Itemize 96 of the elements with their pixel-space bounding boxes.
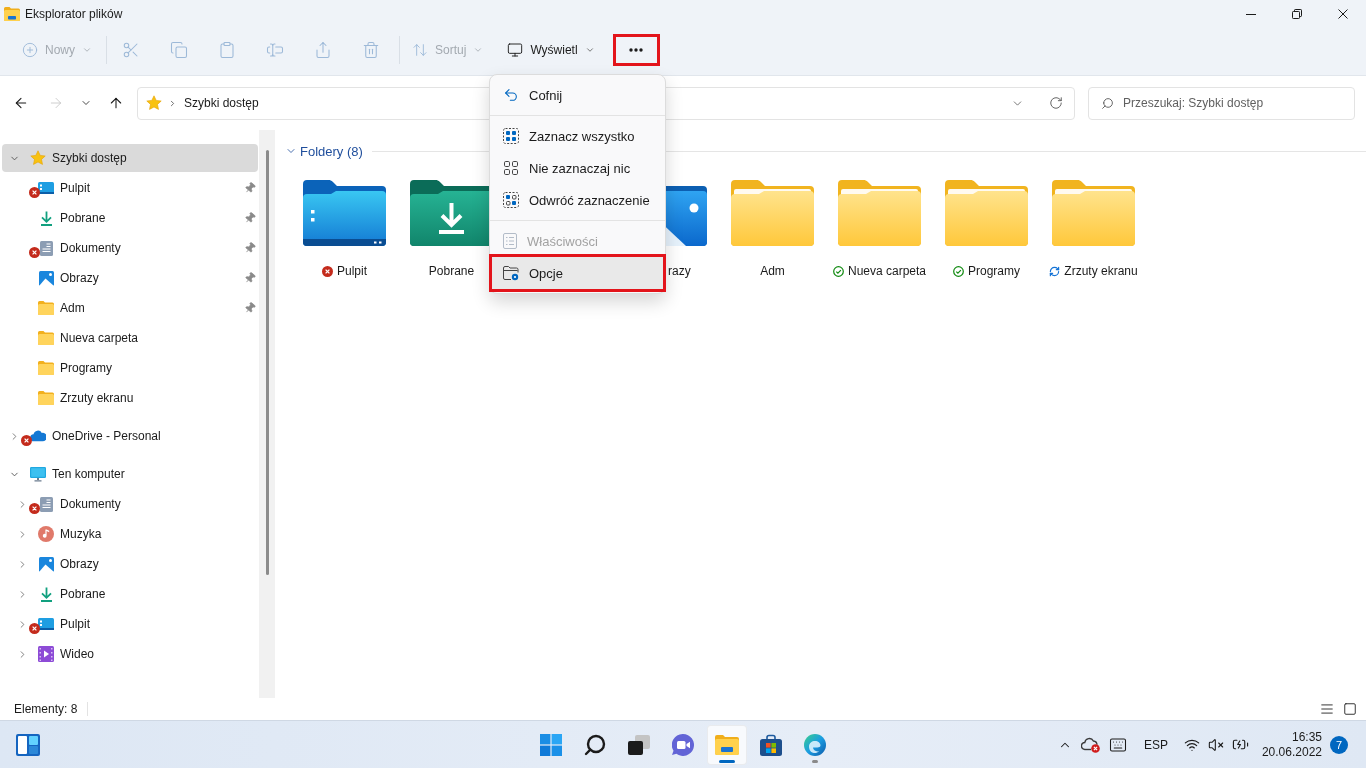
list-icon: [1320, 702, 1334, 716]
search-field[interactable]: Przeszukaj: Szybki dostęp: [1088, 86, 1355, 120]
tree-item[interactable]: Obrazy: [2, 264, 258, 292]
task-view-icon: [628, 734, 650, 755]
restore-icon: [1292, 9, 1302, 19]
music-note-icon: [38, 526, 54, 542]
tree-item[interactable]: Pobrane: [2, 204, 258, 232]
select-all-icon: [503, 128, 519, 144]
folder-icon: [838, 180, 921, 246]
desktop-folder-icon: [303, 180, 386, 246]
refresh-icon: [1049, 96, 1063, 110]
star-icon: [146, 95, 162, 111]
tree-item[interactable]: Pulpit: [2, 174, 258, 202]
folder-icon: [945, 180, 1028, 246]
trash-icon: [362, 40, 380, 59]
folder-icon: [4, 7, 20, 21]
file-explorer-button[interactable]: [707, 724, 747, 765]
tree-item[interactable]: Pobrane: [2, 580, 258, 608]
folder-gear-icon: [503, 265, 519, 281]
breadcrumb-item[interactable]: Szybki dostęp: [183, 92, 259, 114]
more-icon: [629, 47, 644, 52]
undo-icon: [503, 87, 519, 103]
plus-circle-icon: [22, 41, 38, 58]
properties-icon: [503, 233, 517, 249]
monitor-icon: [30, 466, 46, 482]
tree-item[interactable]: Nueva carpeta: [2, 324, 258, 352]
language-button[interactable]: ESP: [1133, 724, 1179, 765]
tree-item[interactable]: Dokumenty: [2, 234, 258, 262]
folder-item[interactable]: Programy: [938, 180, 1035, 279]
folder-item[interactable]: Nueva carpeta: [831, 180, 928, 279]
picture-icon: [38, 270, 54, 286]
widgets-icon: [16, 733, 40, 756]
folder-icon: [715, 734, 739, 755]
tree-item[interactable]: Szybki dostęp: [2, 144, 258, 172]
notification-badge[interactable]: 7: [1330, 735, 1348, 754]
volume-muted-icon: [1208, 736, 1224, 753]
square-icon: [1343, 702, 1357, 716]
tree-item[interactable]: Zrzuty ekranu: [2, 384, 258, 412]
section-header[interactable]: Foldery (8): [285, 142, 363, 160]
sort-arrows-icon: [412, 41, 428, 58]
menu-item[interactable]: Zaznacz wszystko: [490, 120, 665, 152]
keyboard-icon: [1109, 735, 1127, 754]
clipboard-icon: [218, 40, 236, 59]
video-icon: [38, 646, 54, 662]
folder-icon: [1052, 180, 1135, 246]
more-button[interactable]: [612, 33, 660, 66]
tree-item[interactable]: Muzyka: [2, 520, 258, 548]
folder-item[interactable]: Zrzuty ekranu: [1045, 180, 1142, 279]
tree-item[interactable]: Pulpit: [2, 610, 258, 638]
folder-icon: [731, 180, 814, 246]
cloud-error-icon: [1080, 736, 1100, 753]
tree-item[interactable]: Wideo: [2, 640, 258, 668]
folder-item[interactable]: Pulpit: [296, 180, 393, 279]
copy-icon: [170, 40, 188, 59]
scissors-icon: [122, 40, 140, 59]
clock[interactable]: 16:35 20.06.2022: [1253, 724, 1329, 765]
search-icon: [583, 732, 607, 757]
desktop-icon: [38, 182, 54, 194]
invert-selection-icon: [503, 192, 519, 208]
camera-bubble-icon: [672, 733, 694, 756]
folder-icon: [38, 331, 54, 345]
desktop-icon: [38, 618, 54, 630]
text-cursor-icon: [266, 40, 284, 59]
folder-icon: [38, 391, 54, 405]
cloud-icon: [30, 430, 46, 442]
four-squares-icon: [540, 733, 562, 756]
grid-icon: [503, 160, 519, 176]
picture-icon: [38, 556, 54, 572]
close-icon: [1338, 9, 1348, 19]
tree-item[interactable]: Adm: [2, 294, 258, 322]
download-arrow-icon: [39, 586, 53, 602]
chevron-right-icon: [168, 98, 177, 108]
tree-item[interactable]: Programy: [2, 354, 258, 382]
download-arrow-icon: [39, 210, 53, 226]
window-title: Eksplorator plików: [25, 7, 123, 21]
folder-item[interactable]: Adm: [724, 180, 821, 279]
shopping-bag-icon: [760, 733, 782, 756]
item-count: Elementy: 8: [14, 702, 78, 716]
folder-icon: [38, 361, 54, 375]
tree-item[interactable]: Ten komputer: [2, 460, 258, 488]
folder-icon: [38, 301, 54, 315]
swirl-icon: [804, 733, 826, 756]
document-icon: [39, 240, 53, 256]
menu-item[interactable]: Opcje: [489, 254, 666, 292]
view-button[interactable]: Wyświetl: [499, 33, 601, 66]
menu-item[interactable]: Cofnij: [490, 79, 665, 111]
scrollbar-thumb[interactable]: [265, 150, 269, 575]
search-icon: [1101, 96, 1114, 110]
document-icon: [39, 496, 53, 512]
star-icon: [30, 150, 46, 166]
tree-item[interactable]: Obrazy: [2, 550, 258, 578]
monitor-icon: [507, 41, 524, 58]
share-icon: [314, 40, 332, 59]
minimize-icon: [1246, 13, 1256, 15]
tree-item[interactable]: OneDrive - Personal: [2, 422, 258, 450]
tree-item[interactable]: Dokumenty: [2, 490, 258, 518]
